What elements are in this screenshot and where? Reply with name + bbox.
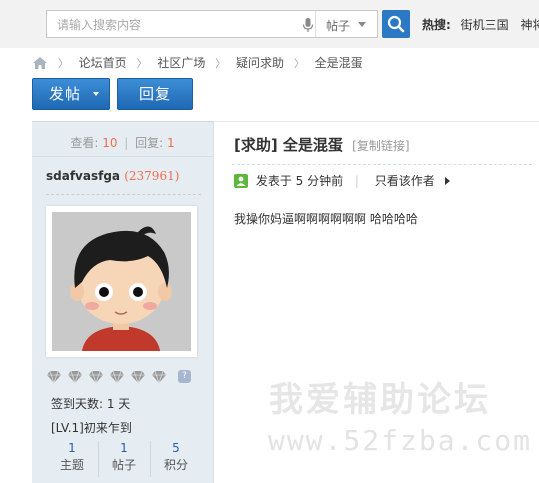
search-icon xyxy=(387,15,405,33)
signin-days: 签到天数: 1 天 xyxy=(51,397,131,411)
top-search-bar: 帖子 热搜: 街机三国 神将 xyxy=(0,0,539,48)
author-username[interactable]: sdafvasfga xyxy=(46,169,120,183)
post-time: 发表于 5 分钟前 xyxy=(255,174,344,188)
diamond-icon xyxy=(89,370,103,384)
hot-link-1[interactable]: 街机三国 xyxy=(461,18,509,32)
user-counts: 1 主题 1 帖子 5 积分 xyxy=(46,441,201,477)
breadcrumb-separator: 〉 xyxy=(57,56,69,70)
author-sidebar: 查看: 10 | 回复: 1 sdafvasfga (237961) ? 签到天… xyxy=(32,121,214,483)
watermark-url: www.52fzba.com xyxy=(268,424,533,457)
new-post-button[interactable]: 发帖 xyxy=(32,78,110,110)
reply-label: 回复 xyxy=(138,85,171,103)
online-status-icon xyxy=(234,173,248,188)
breadcrumb-separator: 〉 xyxy=(136,56,148,70)
count-label: 主题 xyxy=(59,458,84,472)
avatar-image xyxy=(52,212,191,351)
hot-search: 热搜: 街机三国 神将 xyxy=(422,16,539,33)
avatar[interactable] xyxy=(46,206,197,357)
microphone-icon[interactable] xyxy=(301,17,315,33)
count-value: 1 xyxy=(68,441,76,455)
search-button[interactable] xyxy=(382,10,410,38)
breadcrumb-community[interactable]: 社区广场 xyxy=(157,56,205,70)
views-label: 查看: xyxy=(70,136,99,150)
post-title: [求助] 全是混蛋 xyxy=(234,136,343,154)
stats-divider: | xyxy=(124,136,129,150)
reply-button[interactable]: 回复 xyxy=(117,78,193,110)
count-points[interactable]: 5 积分 xyxy=(150,441,202,477)
avatar-cartoon-icon xyxy=(52,212,191,351)
only-author-link[interactable]: 只看该作者 xyxy=(375,174,435,188)
author-uid: (237961) xyxy=(124,169,180,183)
breadcrumb-separator: 〉 xyxy=(293,56,305,70)
breadcrumb-home[interactable]: 论坛首页 xyxy=(79,56,127,70)
breadcrumb-help[interactable]: 疑问求助 xyxy=(236,56,284,70)
breadcrumb: 〉 论坛首页 〉 社区广场 〉 疑问求助 〉 全是混蛋 xyxy=(32,54,363,70)
post-meta: 发表于 5 分钟前 | 只看该作者 xyxy=(234,172,450,188)
views-count: 10 xyxy=(102,136,118,150)
search-type-label: 帖子 xyxy=(326,19,351,33)
diamond-icon xyxy=(47,370,61,384)
post-content: 我操你妈逼啊啊啊啊啊啊 哈哈哈哈 xyxy=(234,212,418,226)
meta-divider: | xyxy=(354,173,359,188)
new-post-label: 发帖 xyxy=(49,85,82,103)
copy-link-button[interactable]: [复制链接] xyxy=(352,139,409,153)
count-value: 5 xyxy=(172,441,180,455)
watermark-title: 我爱辅助论坛 xyxy=(269,380,491,420)
breadcrumb-current[interactable]: 全是混蛋 xyxy=(315,56,363,70)
count-label: 帖子 xyxy=(111,458,136,472)
diamond-icon xyxy=(110,370,124,384)
count-label: 积分 xyxy=(163,458,188,472)
search-box: 帖子 xyxy=(46,10,378,38)
hot-link-2[interactable]: 神将 xyxy=(520,18,539,32)
author-name-line: sdafvasfga (237961) xyxy=(46,169,179,183)
diamond-icon xyxy=(152,370,166,384)
count-value: 1 xyxy=(120,441,128,455)
sidebar-divider xyxy=(32,156,213,157)
thread-stats: 查看: 10 | 回复: 1 xyxy=(32,134,213,151)
play-arrow-icon[interactable] xyxy=(444,176,450,185)
search-input[interactable] xyxy=(55,16,299,34)
replies-count: 1 xyxy=(167,136,175,150)
count-threads[interactable]: 1 主题 xyxy=(46,441,99,477)
chevron-down-icon xyxy=(93,92,99,96)
diamond-icon xyxy=(68,370,82,384)
post-meta-divider xyxy=(232,164,532,165)
breadcrumb-separator: 〉 xyxy=(215,56,227,70)
sidebar-dash-divider xyxy=(46,194,201,195)
search-type-select[interactable]: 帖子 xyxy=(315,11,377,37)
post-title-line: [求助] 全是混蛋 [复制链接] xyxy=(234,134,410,155)
hot-search-label: 热搜: xyxy=(422,18,451,32)
user-level[interactable]: [LV.1]初来乍到 xyxy=(51,419,132,436)
count-posts[interactable]: 1 帖子 xyxy=(98,441,151,477)
medal-row: ? xyxy=(46,369,191,385)
home-icon[interactable] xyxy=(32,56,48,70)
replies-label: 回复: xyxy=(135,136,164,150)
chevron-down-icon xyxy=(358,22,366,27)
diamond-icon xyxy=(131,370,145,384)
help-icon[interactable]: ? xyxy=(178,370,191,383)
